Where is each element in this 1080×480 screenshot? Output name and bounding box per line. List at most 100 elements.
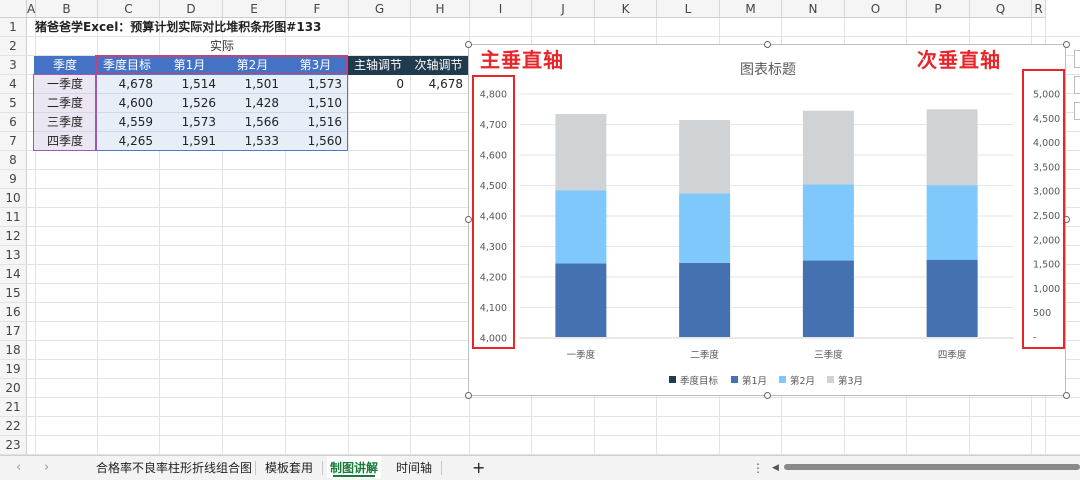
bar-第3月-三季度 (802, 110, 854, 185)
column-header-D[interactable]: D (160, 0, 223, 18)
column-header-A[interactable]: A (27, 0, 36, 18)
resize-handle-b[interactable] (764, 392, 771, 399)
values-range-border (95, 74, 348, 151)
row-header-19[interactable]: 19 (0, 360, 27, 379)
resize-handle-tr[interactable] (1063, 41, 1070, 48)
row-header-18[interactable]: 18 (0, 341, 27, 360)
sheet-tab-combo-chart[interactable]: 合格率不良率柱形折线组合图 (96, 456, 252, 480)
legend-swatch (731, 376, 738, 383)
legend-label: 第2月 (790, 376, 816, 387)
row-header-16[interactable]: 16 (0, 303, 27, 322)
grid-line-horizontal (27, 435, 1080, 436)
column-header-C[interactable]: C (98, 0, 160, 18)
legend-label: 季度目标 (680, 376, 719, 387)
column-header-H[interactable]: H (411, 0, 470, 18)
prev-sheet-icon[interactable]: ‹ (16, 456, 21, 480)
bar-第3月-一季度 (555, 114, 607, 191)
bar-第3月-二季度 (679, 120, 731, 194)
bar-第2月-二季度 (679, 193, 731, 263)
chart-filter-button[interactable] (1074, 102, 1080, 120)
row-header-3[interactable]: 3 (0, 56, 27, 75)
column-header-G[interactable]: G (349, 0, 411, 18)
row-header-7[interactable]: 7 (0, 132, 27, 151)
row-header-10[interactable]: 10 (0, 189, 27, 208)
resize-handle-t[interactable] (764, 41, 771, 48)
row-header-17[interactable]: 17 (0, 322, 27, 341)
primary-axis-highlight-box (472, 75, 515, 349)
add-sheet-button[interactable]: + (472, 456, 485, 480)
bar-第2月-一季度 (555, 190, 607, 264)
row-header-15[interactable]: 15 (0, 284, 27, 303)
category-label: 四季度 (938, 349, 967, 361)
row-header-8[interactable]: 8 (0, 151, 27, 170)
row-header-11[interactable]: 11 (0, 208, 27, 227)
category-label: 二季度 (690, 349, 719, 361)
sheet-tab-template[interactable]: 模板套用 (265, 456, 313, 480)
row-header-21[interactable]: 21 (0, 398, 27, 417)
chart-styles-button[interactable] (1074, 76, 1080, 94)
column-header-L[interactable]: L (657, 0, 720, 18)
sheet-title: 猪爸爸学Excel：预算计划实际对比堆积条形图#133 (35, 20, 322, 34)
column-header-P[interactable]: P (907, 0, 970, 18)
secondary-axis-annotation: 次垂直轴 (917, 48, 1001, 72)
next-sheet-icon[interactable]: › (44, 456, 49, 480)
row-header-22[interactable]: 22 (0, 417, 27, 436)
primary-adjust-value[interactable]: 0 (347, 75, 409, 94)
primary-axis-annotation: 主垂直轴 (480, 48, 564, 72)
header-primary-adjust[interactable]: 主轴调节 (347, 56, 409, 75)
column-header-I[interactable]: I (470, 0, 532, 18)
scroll-left-icon[interactable]: ◀ (772, 456, 779, 480)
column-header-B[interactable]: B (36, 0, 98, 18)
category-label: 一季度 (567, 349, 596, 361)
row-header-2[interactable]: 2 (0, 37, 27, 56)
row-header-6[interactable]: 6 (0, 113, 27, 132)
row-header-23[interactable]: 23 (0, 436, 27, 455)
secondary-axis-highlight-box (1022, 69, 1065, 349)
column-header-M[interactable]: M (720, 0, 782, 18)
legend-label: 第3月 (838, 376, 864, 387)
chart-plot[interactable]: 4,8004,7004,6004,5004,4004,3004,2004,100… (469, 45, 1067, 397)
bar-第2月-三季度 (802, 184, 854, 261)
grid-line-horizontal (27, 397, 1080, 398)
resize-handle-l[interactable] (465, 216, 472, 223)
more-options-icon[interactable]: ⋮ (752, 456, 764, 480)
column-header-R[interactable]: R (1032, 0, 1046, 18)
row-header-20[interactable]: 20 (0, 379, 27, 398)
column-header-N[interactable]: N (782, 0, 845, 18)
row-header-5[interactable]: 5 (0, 94, 27, 113)
active-tab-underline (333, 475, 375, 477)
bar-第1月-四季度 (926, 259, 978, 337)
row-header-1[interactable]: 1 (0, 18, 27, 37)
row-header-12[interactable]: 12 (0, 227, 27, 246)
horizontal-scrollbar[interactable] (784, 464, 1080, 470)
select-all-corner[interactable] (0, 0, 27, 18)
header-range-highlight (95, 55, 348, 75)
resize-handle-bl[interactable] (465, 392, 472, 399)
column-header-O[interactable]: O (845, 0, 907, 18)
column-header-F[interactable]: F (286, 0, 349, 18)
resize-handle-tl[interactable] (465, 41, 472, 48)
secondary-adjust-value[interactable]: 4,678 (409, 75, 468, 94)
legend-swatch (779, 376, 786, 383)
header-quarter[interactable]: 季度 (34, 56, 96, 75)
bar-第1月-一季度 (555, 263, 607, 337)
chart-elements-button[interactable] (1074, 50, 1080, 68)
column-header-E[interactable]: E (223, 0, 286, 18)
column-header-K[interactable]: K (595, 0, 657, 18)
bar-第3月-四季度 (926, 109, 978, 186)
row-header-4[interactable]: 4 (0, 75, 27, 94)
category-range-border (33, 74, 97, 151)
resize-handle-br[interactable] (1063, 392, 1070, 399)
actual-label: 实际 (209, 39, 234, 53)
stacked-bar-chart[interactable]: 图表标题 4,800 4,700 4,600 4,500 4,400 4,300 4,200… (468, 44, 1066, 396)
header-secondary-adjust[interactable]: 次轴调节 (409, 56, 468, 75)
chart-legend[interactable]: 季度目标 第1月 第2月 第3月 (469, 373, 1067, 387)
row-header-13[interactable]: 13 (0, 246, 27, 265)
column-header-Q[interactable]: Q (970, 0, 1032, 18)
column-header-J[interactable]: J (532, 0, 595, 18)
grid-line-horizontal (27, 416, 1080, 417)
row-header-9[interactable]: 9 (0, 170, 27, 189)
bar-第2月-四季度 (926, 185, 978, 260)
row-header-14[interactable]: 14 (0, 265, 27, 284)
sheet-tab-timeline[interactable]: 时间轴 (396, 456, 432, 480)
